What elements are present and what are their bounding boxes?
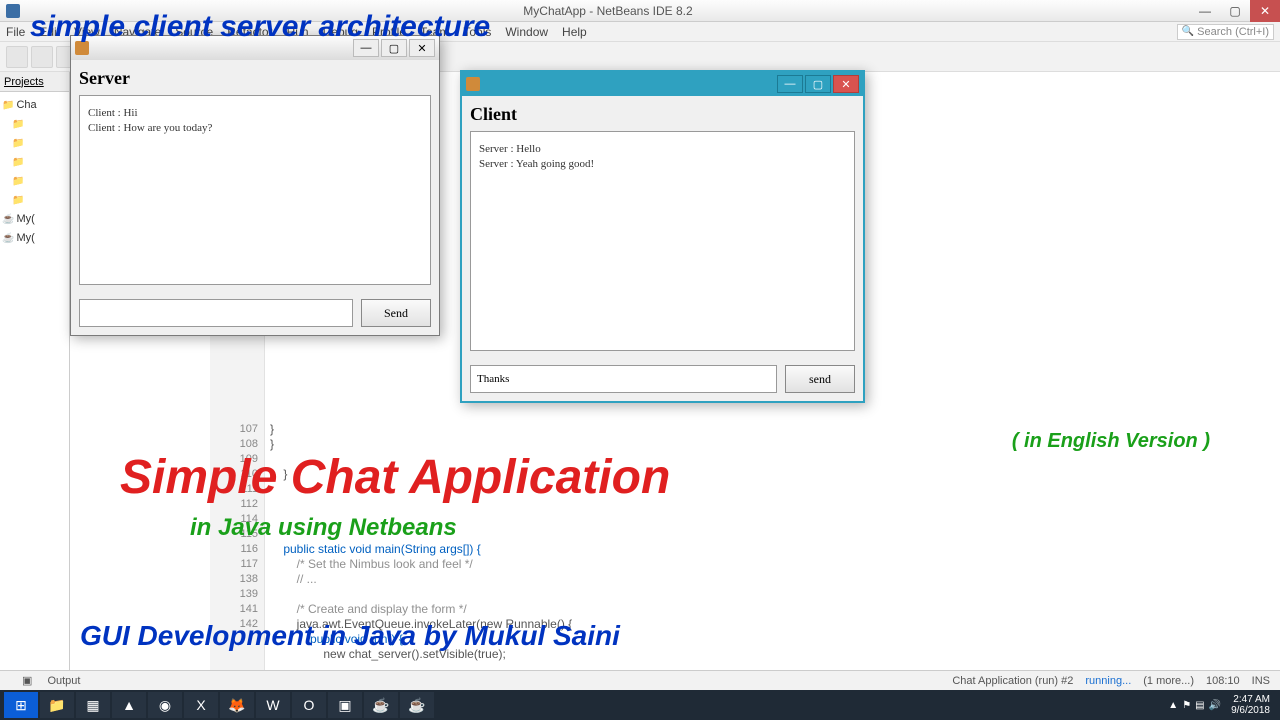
vlc-icon[interactable]: ▲ bbox=[112, 692, 146, 718]
tree-item[interactable] bbox=[2, 115, 67, 134]
server-send-button[interactable]: Send bbox=[361, 299, 431, 327]
tray-up-icon[interactable]: ▲ bbox=[1168, 700, 1178, 711]
run-state: running... bbox=[1085, 675, 1131, 687]
word-icon[interactable]: W bbox=[256, 692, 290, 718]
tree-item[interactable]: Cha bbox=[2, 96, 67, 115]
graphics-icon[interactable]: ▣ bbox=[328, 692, 362, 718]
minimize-button[interactable]: — bbox=[353, 39, 379, 57]
close-button[interactable]: ✕ bbox=[409, 39, 435, 57]
server-input[interactable] bbox=[79, 299, 353, 327]
tree-item[interactable] bbox=[2, 134, 67, 153]
client-titlebar[interactable]: — ▢ ✕ bbox=[462, 72, 863, 96]
client-input[interactable] bbox=[470, 365, 777, 393]
app-icon bbox=[6, 4, 20, 18]
server-titlebar[interactable]: — ▢ ✕ bbox=[71, 36, 439, 60]
close-button[interactable]: ✕ bbox=[1250, 0, 1280, 22]
java-icon[interactable]: ☕ bbox=[400, 692, 434, 718]
tray-net-icon[interactable]: ▤ bbox=[1195, 700, 1204, 711]
opera-icon[interactable]: O bbox=[292, 692, 326, 718]
client-window: — ▢ ✕ Client Server : Hello Server : Yea… bbox=[460, 70, 865, 403]
clock[interactable]: 2:47 AM9/6/2018 bbox=[1225, 694, 1276, 716]
cursor-pos: 108:10 bbox=[1206, 675, 1240, 687]
tray-vol-icon[interactable]: 🔊 bbox=[1209, 700, 1221, 711]
tree-item[interactable]: My( bbox=[2, 229, 67, 248]
maximize-button[interactable]: ▢ bbox=[381, 39, 407, 57]
close-button[interactable]: ✕ bbox=[833, 75, 859, 93]
tree-item[interactable]: My( bbox=[2, 210, 67, 229]
menu-help[interactable]: Help bbox=[562, 25, 587, 39]
projects-tab[interactable]: Projects bbox=[0, 72, 69, 92]
tree-item[interactable] bbox=[2, 153, 67, 172]
java-icon[interactable]: ☕ bbox=[364, 692, 398, 718]
menu-file[interactable]: File bbox=[6, 25, 25, 39]
code-area[interactable]: }} } public static void main(String args… bbox=[270, 422, 1270, 662]
xampp-icon[interactable]: X bbox=[184, 692, 218, 718]
client-send-button[interactable]: send bbox=[785, 365, 855, 393]
client-log: Server : Hello Server : Yeah going good! bbox=[470, 131, 855, 351]
tree-item[interactable] bbox=[2, 191, 67, 210]
tree-item[interactable] bbox=[2, 172, 67, 191]
maximize-button[interactable]: ▢ bbox=[1220, 0, 1250, 22]
server-heading: Server bbox=[79, 68, 431, 89]
windows-taskbar: ⊞ 📁 ▦ ▲ ◉ X 🦊 W O ▣ ☕ ☕ ▲ ⚑ ▤ 🔊 2:47 AM9… bbox=[0, 690, 1280, 720]
system-tray[interactable]: ▲ ⚑ ▤ 🔊 2:47 AM9/6/2018 bbox=[1168, 694, 1276, 716]
projects-tree[interactable]: Cha My( My( bbox=[0, 92, 69, 252]
run-more[interactable]: (1 more...) bbox=[1143, 675, 1194, 687]
explorer-icon[interactable]: 📁 bbox=[40, 692, 74, 718]
client-heading: Client bbox=[470, 104, 855, 125]
menu-window[interactable]: Window bbox=[505, 25, 548, 39]
ide-status-bar: ▣ Output Chat Application (run) #2 runni… bbox=[0, 670, 1280, 690]
output-tab[interactable]: ▣ Output bbox=[22, 674, 80, 687]
window-title: MyChatApp - NetBeans IDE 8.2 bbox=[26, 4, 1190, 18]
search-input[interactable]: Search (Ctrl+I) bbox=[1177, 24, 1274, 40]
menu-tools[interactable]: Tools bbox=[463, 25, 491, 39]
server-window: — ▢ ✕ Server Client : Hii Client : How a… bbox=[70, 35, 440, 336]
server-log: Client : Hii Client : How are you today? bbox=[79, 95, 431, 285]
chrome-icon[interactable]: ◉ bbox=[148, 692, 182, 718]
start-button[interactable]: ⊞ bbox=[4, 692, 38, 718]
menu-edit[interactable]: Edit bbox=[39, 25, 60, 39]
minimize-button[interactable]: — bbox=[1190, 0, 1220, 22]
ins-mode: INS bbox=[1252, 675, 1270, 687]
java-icon bbox=[75, 41, 89, 55]
tray-flag-icon[interactable]: ⚑ bbox=[1182, 700, 1191, 711]
open-icon[interactable] bbox=[31, 46, 53, 68]
new-file-icon[interactable] bbox=[6, 46, 28, 68]
firefox-icon[interactable]: 🦊 bbox=[220, 692, 254, 718]
minimize-button[interactable]: — bbox=[777, 75, 803, 93]
java-icon bbox=[466, 77, 480, 91]
run-status: Chat Application (run) #2 bbox=[952, 675, 1073, 687]
projects-panel: Projects Cha My( My( bbox=[0, 72, 70, 690]
app-icon[interactable]: ▦ bbox=[76, 692, 110, 718]
maximize-button[interactable]: ▢ bbox=[805, 75, 831, 93]
window-titlebar: MyChatApp - NetBeans IDE 8.2 — ▢ ✕ bbox=[0, 0, 1280, 22]
